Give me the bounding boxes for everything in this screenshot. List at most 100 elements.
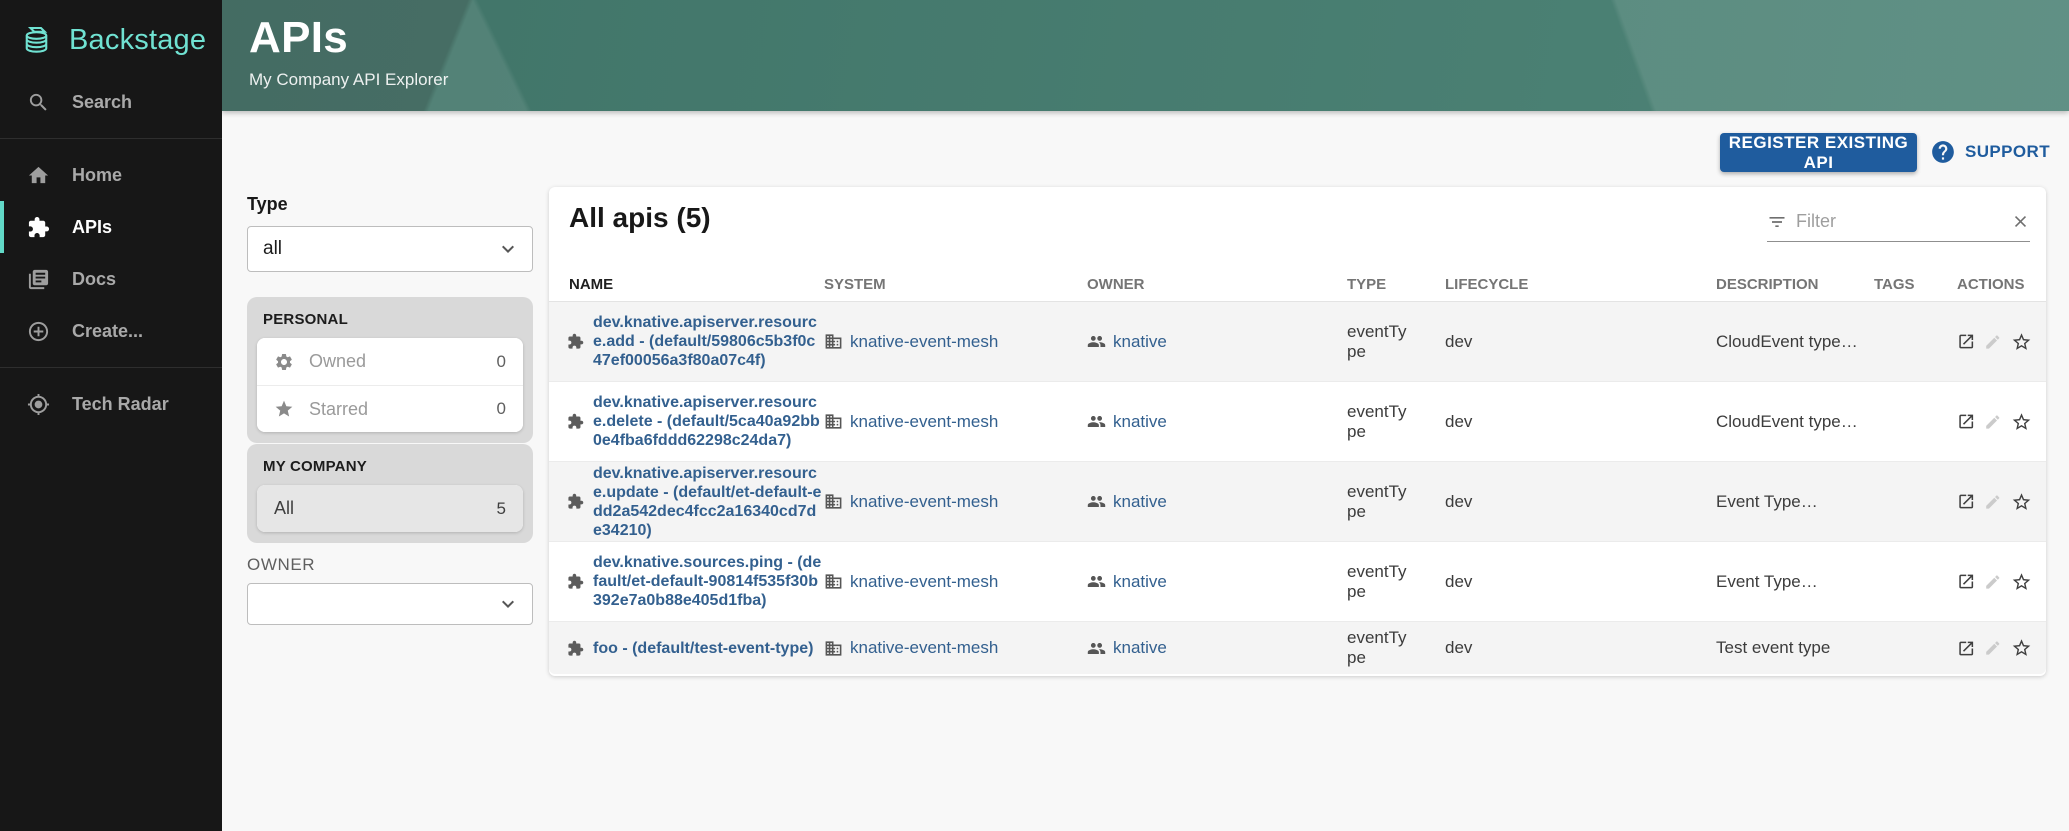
description-cell: Test event type — [1716, 638, 1874, 658]
type-filter-label: Type — [247, 194, 288, 215]
system-link[interactable]: knative-event-mesh — [850, 412, 998, 432]
search-icon — [27, 91, 50, 114]
column-header-name[interactable]: NAME — [549, 276, 824, 293]
owner-cell: knative — [1087, 572, 1347, 592]
type-select[interactable]: all — [247, 226, 533, 272]
personal-section-label: PERSONAL — [247, 297, 533, 338]
type-cell: eventType — [1347, 322, 1445, 362]
open-in-new-icon[interactable] — [1957, 571, 1975, 592]
sidebar-item-create[interactable]: Create... — [0, 305, 222, 357]
system-link[interactable]: knative-event-mesh — [850, 492, 998, 512]
owned-count: 0 — [497, 352, 506, 372]
sidebar: Backstage Search Home APIs Docs Create..… — [0, 0, 222, 831]
sidebar-item-docs[interactable]: Docs — [0, 253, 222, 305]
help-icon — [1930, 139, 1956, 165]
owner-link[interactable]: knative — [1113, 572, 1167, 592]
star-outline-icon[interactable] — [2011, 490, 2032, 514]
sidebar-item-apis[interactable]: APIs — [0, 201, 222, 253]
sidebar-item-home[interactable]: Home — [0, 149, 222, 201]
sidebar-item-search[interactable]: Search — [0, 76, 222, 128]
star-outline-icon[interactable] — [2011, 410, 2032, 434]
home-icon — [27, 164, 50, 187]
sidebar-item-label: Docs — [72, 269, 116, 290]
owner-cell: knative — [1087, 332, 1347, 352]
description-cell: CloudEvent type… — [1716, 412, 1874, 432]
star-outline-icon[interactable] — [2011, 570, 2032, 594]
api-name-link[interactable]: foo - (default/test-event-type) — [593, 639, 813, 658]
table-header-row: NAME SYSTEM OWNER TYPE LIFECYCLE DESCRIP… — [549, 268, 2046, 302]
system-icon — [824, 412, 843, 431]
description-cell: Event Type… — [1716, 492, 1874, 512]
owner-select[interactable] — [247, 583, 533, 625]
personal-filter-card: Owned 0 Starred 0 — [257, 338, 523, 432]
api-kind-icon — [567, 640, 584, 657]
lifecycle-cell: dev — [1445, 492, 1716, 512]
edit-icon[interactable] — [1984, 638, 2002, 658]
column-header-system[interactable]: SYSTEM — [824, 276, 1087, 293]
system-cell: knative-event-mesh — [824, 412, 1087, 432]
owned-label: Owned — [309, 351, 366, 372]
column-header-description[interactable]: DESCRIPTION — [1716, 276, 1874, 293]
system-cell: knative-event-mesh — [824, 638, 1087, 658]
owner-cell: knative — [1087, 492, 1347, 512]
starred-label: Starred — [309, 399, 368, 420]
puzzle-icon — [27, 216, 50, 239]
group-icon — [1087, 492, 1106, 511]
api-kind-icon — [567, 333, 584, 350]
edit-icon[interactable] — [1984, 332, 2002, 352]
backstage-logo-icon — [20, 22, 56, 58]
company-section-label: MY COMPANY — [247, 444, 533, 485]
api-kind-icon — [567, 413, 584, 430]
owner-link[interactable]: knative — [1113, 638, 1167, 658]
group-icon — [1087, 412, 1106, 431]
register-existing-api-button[interactable]: REGISTER EXISTING API — [1720, 133, 1917, 172]
sidebar-item-tech-radar[interactable]: Tech Radar — [0, 378, 222, 430]
clear-filter-icon[interactable] — [2011, 212, 2030, 231]
name-cell: dev.knative.apiserver.resource.add - (de… — [549, 313, 824, 370]
owner-link[interactable]: knative — [1113, 492, 1167, 512]
open-in-new-icon[interactable] — [1957, 411, 1975, 432]
system-icon — [824, 332, 843, 351]
system-link[interactable]: knative-event-mesh — [850, 332, 998, 352]
api-table-card: All apis (5) NAME SYSTEM OWNER TYPE LIFE… — [549, 187, 2046, 676]
page-subtitle: My Company API Explorer — [249, 70, 2069, 90]
owner-link[interactable]: knative — [1113, 332, 1167, 352]
actions-cell — [1957, 570, 2046, 594]
name-cell: foo - (default/test-event-type) — [549, 639, 824, 658]
api-name-link[interactable]: dev.knative.apiserver.resource.update - … — [593, 464, 824, 540]
system-link[interactable]: knative-event-mesh — [850, 572, 998, 592]
api-kind-icon — [567, 573, 584, 590]
star-outline-icon[interactable] — [2011, 636, 2032, 660]
open-in-new-icon[interactable] — [1957, 331, 1975, 352]
backstage-logo[interactable]: Backstage — [0, 0, 222, 76]
owner-cell: knative — [1087, 412, 1347, 432]
support-button[interactable]: SUPPORT — [1930, 139, 2050, 165]
lifecycle-cell: dev — [1445, 638, 1716, 658]
star-outline-icon[interactable] — [2011, 330, 2032, 354]
system-link[interactable]: knative-event-mesh — [850, 638, 998, 658]
api-name-link[interactable]: dev.knative.apiserver.resource.add - (de… — [593, 313, 824, 370]
edit-icon[interactable] — [1984, 572, 2002, 592]
api-name-link[interactable]: dev.knative.apiserver.resource.delete - … — [593, 393, 824, 450]
api-kind-icon — [567, 493, 584, 510]
filter-item-owned[interactable]: Owned 0 — [257, 338, 523, 385]
api-name-link[interactable]: dev.knative.sources.ping - (default/et-d… — [593, 553, 824, 610]
column-header-lifecycle[interactable]: LIFECYCLE — [1445, 276, 1716, 293]
open-in-new-icon[interactable] — [1957, 638, 1975, 659]
column-header-tags[interactable]: TAGS — [1874, 276, 1957, 293]
sidebar-divider — [0, 367, 222, 368]
owner-link[interactable]: knative — [1113, 412, 1167, 432]
actions-cell — [1957, 330, 2046, 354]
open-in-new-icon[interactable] — [1957, 491, 1975, 512]
filter-item-starred[interactable]: Starred 0 — [257, 385, 523, 432]
table-filter-input[interactable] — [1796, 211, 2002, 232]
company-filter-panel: MY COMPANY All 5 — [247, 444, 533, 543]
sidebar-item-label: Create... — [72, 321, 143, 342]
edit-icon[interactable] — [1984, 412, 2002, 432]
name-cell: dev.knative.apiserver.resource.delete - … — [549, 393, 824, 450]
column-header-owner[interactable]: OWNER — [1087, 276, 1347, 293]
filter-item-all[interactable]: All 5 — [257, 485, 523, 532]
edit-icon[interactable] — [1984, 492, 2002, 512]
name-cell: dev.knative.sources.ping - (default/et-d… — [549, 553, 824, 610]
column-header-type[interactable]: TYPE — [1347, 276, 1445, 293]
